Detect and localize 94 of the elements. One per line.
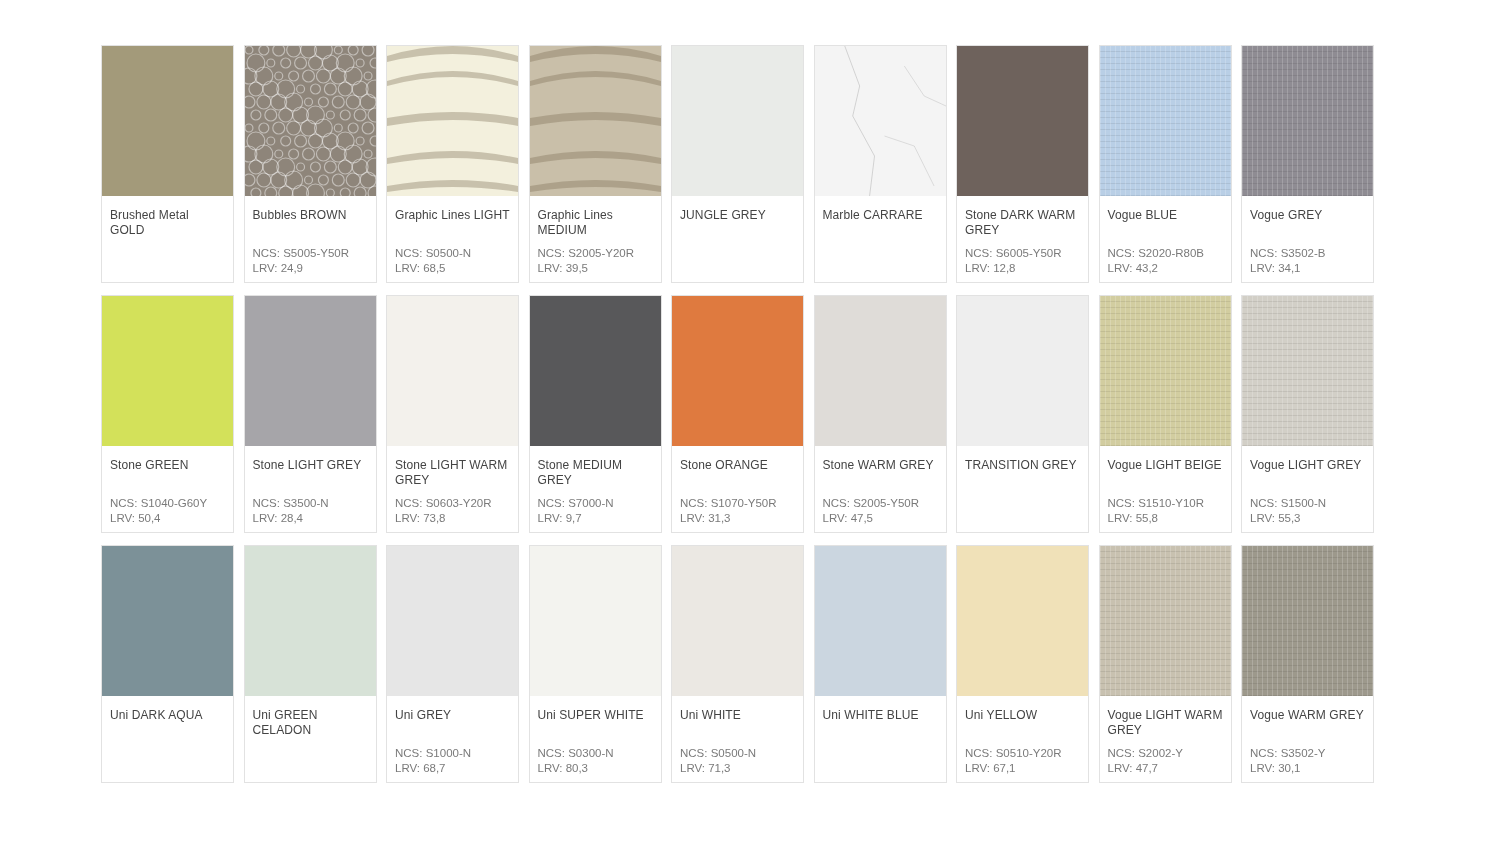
swatch-card[interactable]: Vogue BLUE NCS: S2020-R80B LRV: 43,2 (1098, 45, 1232, 283)
swatch-card[interactable]: Stone LIGHT WARM GREY NCS: S0603-Y20R LRV: 73,8 (386, 295, 519, 533)
swatch-card[interactable]: Uni GREY NCS: S1000-N LRV: 68,7 (386, 545, 519, 783)
ncs-code: NCS: S0300-N (537, 746, 615, 761)
swatch-name: Stone WARM GREY (822, 458, 935, 474)
lrv-value: LRV: 67,1 (965, 761, 1017, 776)
lrv-value: LRV: 68,5 (395, 261, 447, 276)
swatch-card[interactable]: Uni WHITE BLUE (813, 545, 947, 783)
swatch-name: JUNGLE GREY (680, 208, 767, 224)
swatch-card[interactable]: Graphic Lines MEDIUM NCS: S2005-Y20R LRV: 39,5 (528, 45, 662, 283)
swatch-card[interactable]: TRANSITION GREY (956, 295, 1089, 533)
swatch-name: Uni WHITE BLUE (822, 708, 920, 724)
lrv-value: LRV: 50,4 (110, 511, 162, 526)
swatch-name: Stone LIGHT GREY (252, 458, 363, 474)
swatch-card[interactable]: Bubbles BROWN NCS: S5005-Y50R LRV: 24,9 (243, 45, 377, 283)
swatch-card[interactable]: Stone MEDIUM GREY NCS: S7000-N LRV: 9,7 (528, 295, 662, 533)
lrv-value: LRV: 24,9 (252, 261, 304, 276)
swatch-name: Brushed Metal GOLD (110, 208, 190, 238)
swatch-card[interactable]: Vogue WARM GREY NCS: S3502-Y LRV: 30,1 (1241, 545, 1374, 783)
ncs-code: NCS: S2020-R80B (1107, 246, 1206, 261)
swatch-card[interactable]: Uni GREEN CELADON (243, 545, 377, 783)
swatch-name: Uni SUPER WHITE (537, 708, 645, 724)
swatch-card[interactable]: Stone LIGHT GREY NCS: S3500-N LRV: 28,4 (243, 295, 377, 533)
lrv-value: LRV: 30,1 (1250, 761, 1302, 776)
swatch-name: Uni GREY (395, 708, 453, 724)
ncs-code: NCS: S1000-N (395, 746, 473, 761)
lrv-value: LRV: 55,3 (1250, 511, 1302, 526)
swatch-card[interactable]: Stone ORANGE NCS: S1070-Y50R LRV: 31,3 (671, 295, 804, 533)
ncs-code: NCS: S0500-N (395, 246, 473, 261)
swatch-card[interactable]: Vogue LIGHT BEIGE NCS: S1510-Y10R LRV: 55,8 (1098, 295, 1232, 533)
ncs-code: NCS: S3502-Y (1250, 746, 1327, 761)
swatch-card[interactable]: Graphic Lines LIGHT NCS: S0500-N LRV: 68,5 (386, 45, 519, 283)
swatch-name: Stone GREEN (110, 458, 190, 474)
swatch-card[interactable]: Vogue LIGHT GREY NCS: S1500-N LRV: 55,3 (1241, 295, 1374, 533)
ncs-code: NCS: S0500-N (680, 746, 758, 761)
swatch-name: Uni GREEN CELADON (252, 708, 319, 738)
swatch-name: Marble CARRARE (822, 208, 924, 224)
lrv-value: LRV: 39,5 (537, 261, 589, 276)
lrv-value: LRV: 47,5 (822, 511, 874, 526)
lrv-value: LRV: 34,1 (1250, 261, 1302, 276)
swatch-card[interactable]: Vogue GREY NCS: S3502-B LRV: 34,1 (1241, 45, 1374, 283)
lrv-value: LRV: 9,7 (537, 511, 583, 526)
swatch-name: Graphic Lines LIGHT (395, 208, 510, 224)
swatch-name: Vogue LIGHT GREY (1250, 458, 1363, 474)
lrv-value: LRV: 80,3 (537, 761, 589, 776)
swatch-name: Stone MEDIUM GREY (537, 458, 624, 488)
ncs-code: NCS: S2005-Y20R (537, 246, 636, 261)
ncs-code: NCS: S6005-Y50R (965, 246, 1063, 261)
lrv-value: LRV: 28,4 (252, 511, 304, 526)
swatch-name: Vogue WARM GREY (1250, 708, 1365, 724)
swatch-name: Bubbles BROWN (252, 208, 348, 224)
swatch-name: Graphic Lines MEDIUM (537, 208, 614, 238)
swatch-card[interactable]: Uni WHITE NCS: S0500-N LRV: 71,3 (671, 545, 804, 783)
swatch-name: Uni YELLOW (965, 708, 1039, 724)
ncs-code: NCS: S0510-Y20R (965, 746, 1063, 761)
swatch-name: Vogue LIGHT WARM GREY (1107, 708, 1223, 738)
swatch-name: Vogue BLUE (1107, 208, 1179, 224)
swatch-name: Stone DARK WARM GREY (965, 208, 1077, 238)
lrv-value: LRV: 31,3 (680, 511, 732, 526)
swatch-name: Stone ORANGE (680, 458, 769, 474)
lrv-value: LRV: 47,7 (1107, 761, 1159, 776)
swatch-card[interactable]: Vogue LIGHT WARM GREY NCS: S2002-Y LRV: 47,7 (1098, 545, 1232, 783)
ncs-code: NCS: S2005-Y50R (822, 496, 921, 511)
swatch-name: Uni WHITE (680, 708, 742, 724)
ncs-code: NCS: S2002-Y (1107, 746, 1184, 761)
swatch-card[interactable]: Marble CARRARE (813, 45, 947, 283)
swatch-card[interactable]: Brushed Metal GOLD (101, 45, 234, 283)
lrv-value: LRV: 71,3 (680, 761, 732, 776)
ncs-code: NCS: S3500-N (252, 496, 330, 511)
swatch-card[interactable]: Uni YELLOW NCS: S0510-Y20R LRV: 67,1 (956, 545, 1089, 783)
lrv-value: LRV: 68,7 (395, 761, 447, 776)
swatch-card[interactable]: Stone DARK WARM GREY NCS: S6005-Y50R LRV: 12,8 (956, 45, 1089, 283)
lrv-value: LRV: 43,2 (1107, 261, 1159, 276)
ncs-code: NCS: S1070-Y50R (680, 496, 778, 511)
ncs-code: NCS: S7000-N (537, 496, 615, 511)
ncs-code: NCS: S1510-Y10R (1107, 496, 1206, 511)
swatch-name: Vogue GREY (1250, 208, 1324, 224)
lrv-value: LRV: 12,8 (965, 261, 1017, 276)
ncs-code: NCS: S1040-G60Y (110, 496, 209, 511)
swatch-name: Stone LIGHT WARM GREY (395, 458, 509, 488)
swatch-name: TRANSITION GREY (965, 458, 1078, 474)
swatch-card[interactable]: Stone GREEN NCS: S1040-G60Y LRV: 50,4 (101, 295, 234, 533)
ncs-code: NCS: S1500-N (1250, 496, 1328, 511)
ncs-code: NCS: S3502-B (1250, 246, 1327, 261)
swatch-name: Vogue LIGHT BEIGE (1107, 458, 1223, 474)
ncs-code: NCS: S0603-Y20R (395, 496, 493, 511)
swatch-card[interactable]: Stone WARM GREY NCS: S2005-Y50R LRV: 47,5 (813, 295, 947, 533)
swatch-card[interactable]: Uni DARK AQUA (101, 545, 234, 783)
swatch-card[interactable]: Uni SUPER WHITE NCS: S0300-N LRV: 80,3 (528, 545, 662, 783)
lrv-value: LRV: 55,8 (1107, 511, 1159, 526)
lrv-value: LRV: 73,8 (395, 511, 447, 526)
swatch-name: Uni DARK AQUA (110, 708, 204, 724)
ncs-code: NCS: S5005-Y50R (252, 246, 351, 261)
swatch-card[interactable]: JUNGLE GREY (671, 45, 804, 283)
